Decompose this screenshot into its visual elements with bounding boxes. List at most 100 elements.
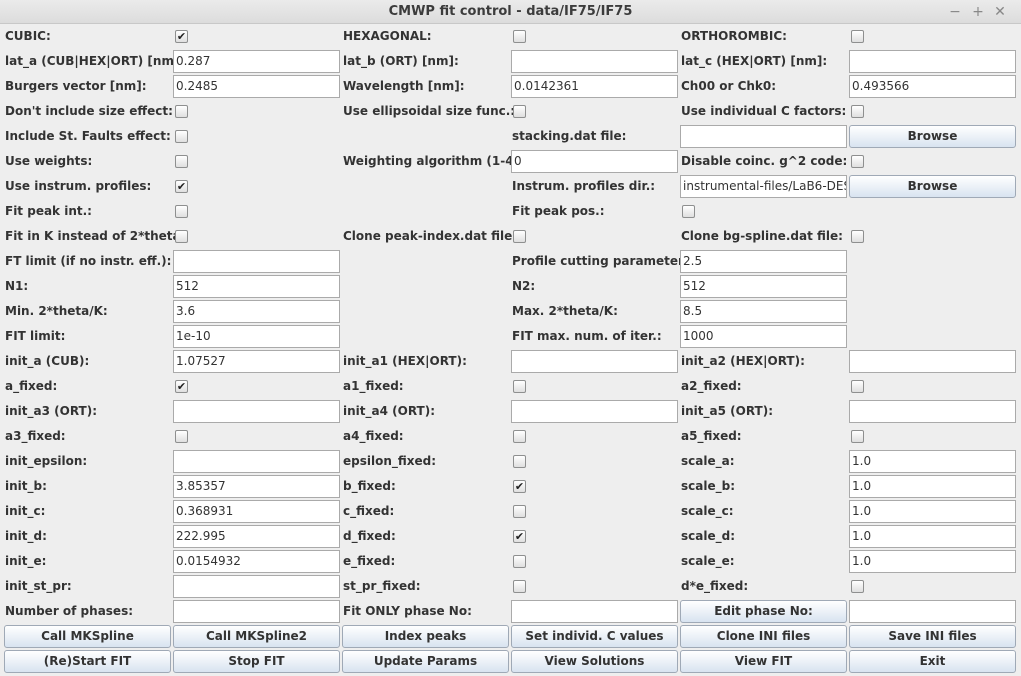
burgers-vector-field[interactable]: 0.2485 <box>173 75 340 98</box>
d-fixed-checkbox[interactable]: ✔ <box>513 530 526 543</box>
grid-cell: epsilon_fixed: <box>341 449 510 474</box>
a3-fixed-label: a3_fixed: <box>5 429 66 443</box>
grid-cell: 222.995 <box>172 524 341 549</box>
init-a5-field[interactable] <box>849 400 1016 423</box>
init-e-label: init_e: <box>5 554 47 568</box>
grid-cell <box>172 124 341 149</box>
edit-phase-button[interactable]: Edit phase No: <box>680 600 847 623</box>
min-theta-field[interactable]: 3.6 <box>173 300 340 323</box>
clone-peak-index-label: Clone peak-index.dat file: <box>343 229 518 243</box>
lat-b-field[interactable] <box>511 50 678 73</box>
scale-e-field[interactable]: 1.0 <box>849 550 1016 573</box>
ft-limit-field[interactable] <box>173 250 340 273</box>
number-of-phases-field[interactable] <box>173 600 340 623</box>
clone-ini-button[interactable]: Clone INI files <box>680 625 847 648</box>
init-a1-field[interactable] <box>511 350 678 373</box>
grid-cell: Stop FIT <box>172 649 341 674</box>
ellipsoidal-size-checkbox[interactable] <box>513 105 526 118</box>
fit-peak-pos-checkbox[interactable] <box>682 205 695 218</box>
scale-d-field[interactable]: 1.0 <box>849 525 1016 548</box>
init-e-field[interactable]: 0.0154932 <box>173 550 340 573</box>
grid-cell <box>510 399 679 424</box>
view-fit-button[interactable]: View FIT <box>680 650 847 673</box>
use-weights-checkbox[interactable] <box>175 155 188 168</box>
e-fixed-checkbox[interactable] <box>513 555 526 568</box>
call-mkspline-button[interactable]: Call MKSpline <box>4 625 171 648</box>
epsilon-fixed-checkbox[interactable] <box>513 455 526 468</box>
update-params-button[interactable]: Update Params <box>342 650 509 673</box>
disable-coinc-checkbox[interactable] <box>851 155 864 168</box>
clone-peak-index-checkbox[interactable] <box>513 230 526 243</box>
st-pr-fixed-checkbox[interactable] <box>513 580 526 593</box>
instrum-profiles-checkbox[interactable]: ✔ <box>175 180 188 193</box>
de-fixed-checkbox[interactable] <box>851 580 864 593</box>
fit-limit-field[interactable]: 1e-10 <box>173 325 340 348</box>
grid-cell: Use ellipsoidal size func.: <box>341 99 515 124</box>
a2-fixed-checkbox[interactable] <box>851 380 864 393</box>
scale-b-field[interactable]: 1.0 <box>849 475 1016 498</box>
instrum-profiles-label: Use instrum. profiles: <box>5 179 152 193</box>
wavelength-field[interactable]: 0.0142361 <box>511 75 678 98</box>
clone-bg-spline-checkbox[interactable] <box>851 230 864 243</box>
stacking-faults-checkbox[interactable] <box>175 130 188 143</box>
init-b-field[interactable]: 3.85357 <box>173 475 340 498</box>
init-c-label: init_c: <box>5 504 46 518</box>
exit-button[interactable]: Exit <box>849 650 1016 673</box>
grid-cell: ✔ <box>510 524 679 549</box>
weighting-algorithm-field[interactable]: 0 <box>511 150 678 173</box>
a3-fixed-checkbox[interactable] <box>175 430 188 443</box>
maximize-icon[interactable]: + <box>968 0 988 24</box>
grid-cell: Clone INI files <box>679 624 848 649</box>
individual-c-checkbox[interactable] <box>851 105 864 118</box>
init-a3-field[interactable] <box>173 400 340 423</box>
ch00-field[interactable]: 0.493566 <box>849 75 1016 98</box>
init-a4-field[interactable] <box>511 400 678 423</box>
fit-peak-int-checkbox[interactable] <box>175 205 188 218</box>
init-a-label: init_a (CUB): <box>5 354 90 368</box>
fit-only-phase-field[interactable] <box>511 600 678 623</box>
init-st-pr-field[interactable] <box>173 575 340 598</box>
instrum-dir-field[interactable]: instrumental-files/LaB6-DES <box>680 175 847 198</box>
view-solutions-button[interactable]: View Solutions <box>511 650 678 673</box>
scale-a-field[interactable]: 1.0 <box>849 450 1016 473</box>
init-a2-field[interactable] <box>849 350 1016 373</box>
a-fixed-checkbox[interactable]: ✔ <box>175 380 188 393</box>
set-c-values-button[interactable]: Set individ. C values <box>511 625 678 648</box>
grid-cell: st_pr_fixed: <box>341 574 510 599</box>
edit-phase-field[interactable] <box>849 600 1016 623</box>
init-a-field[interactable]: 1.07527 <box>173 350 340 373</box>
scale-c-field[interactable]: 1.0 <box>849 500 1016 523</box>
stacking-dat-field[interactable] <box>680 125 847 148</box>
hexagonal-checkbox[interactable] <box>513 30 526 43</box>
a1-fixed-checkbox[interactable] <box>513 380 526 393</box>
b-fixed-checkbox[interactable]: ✔ <box>513 480 526 493</box>
grid-cell: scale_d: <box>679 524 848 549</box>
a5-fixed-checkbox[interactable] <box>851 430 864 443</box>
grid-cell <box>510 599 679 624</box>
a4-fixed-checkbox[interactable] <box>513 430 526 443</box>
fit-in-k-checkbox[interactable] <box>175 230 188 243</box>
call-mkspline2-button[interactable]: Call MKSpline2 <box>173 625 340 648</box>
browse-stacking-button[interactable]: Browse <box>849 125 1016 148</box>
fit-max-iter-field[interactable]: 1000 <box>680 325 847 348</box>
init-c-field[interactable]: 0.368931 <box>173 500 340 523</box>
init-epsilon-field[interactable] <box>173 450 340 473</box>
lat-c-field[interactable] <box>849 50 1016 73</box>
browse-instrum-button[interactable]: Browse <box>849 175 1016 198</box>
no-size-effect-checkbox[interactable] <box>175 105 188 118</box>
save-ini-button[interactable]: Save INI files <box>849 625 1016 648</box>
max-theta-field[interactable]: 8.5 <box>680 300 847 323</box>
lat-a-field[interactable]: 0.287 <box>173 50 340 73</box>
profile-cutting-field[interactable]: 2.5 <box>680 250 847 273</box>
orthorombic-checkbox[interactable] <box>851 30 864 43</box>
stop-fit-button[interactable]: Stop FIT <box>173 650 340 673</box>
index-peaks-button[interactable]: Index peaks <box>342 625 509 648</box>
minimize-icon[interactable]: − <box>945 0 965 24</box>
init-d-field[interactable]: 222.995 <box>173 525 340 548</box>
n2-field[interactable]: 512 <box>680 275 847 298</box>
cubic-checkbox[interactable]: ✔ <box>175 30 188 43</box>
close-icon[interactable]: ✕ <box>990 0 1010 24</box>
restart-fit-button[interactable]: (Re)Start FIT <box>4 650 171 673</box>
c-fixed-checkbox[interactable] <box>513 505 526 518</box>
n1-field[interactable]: 512 <box>173 275 340 298</box>
